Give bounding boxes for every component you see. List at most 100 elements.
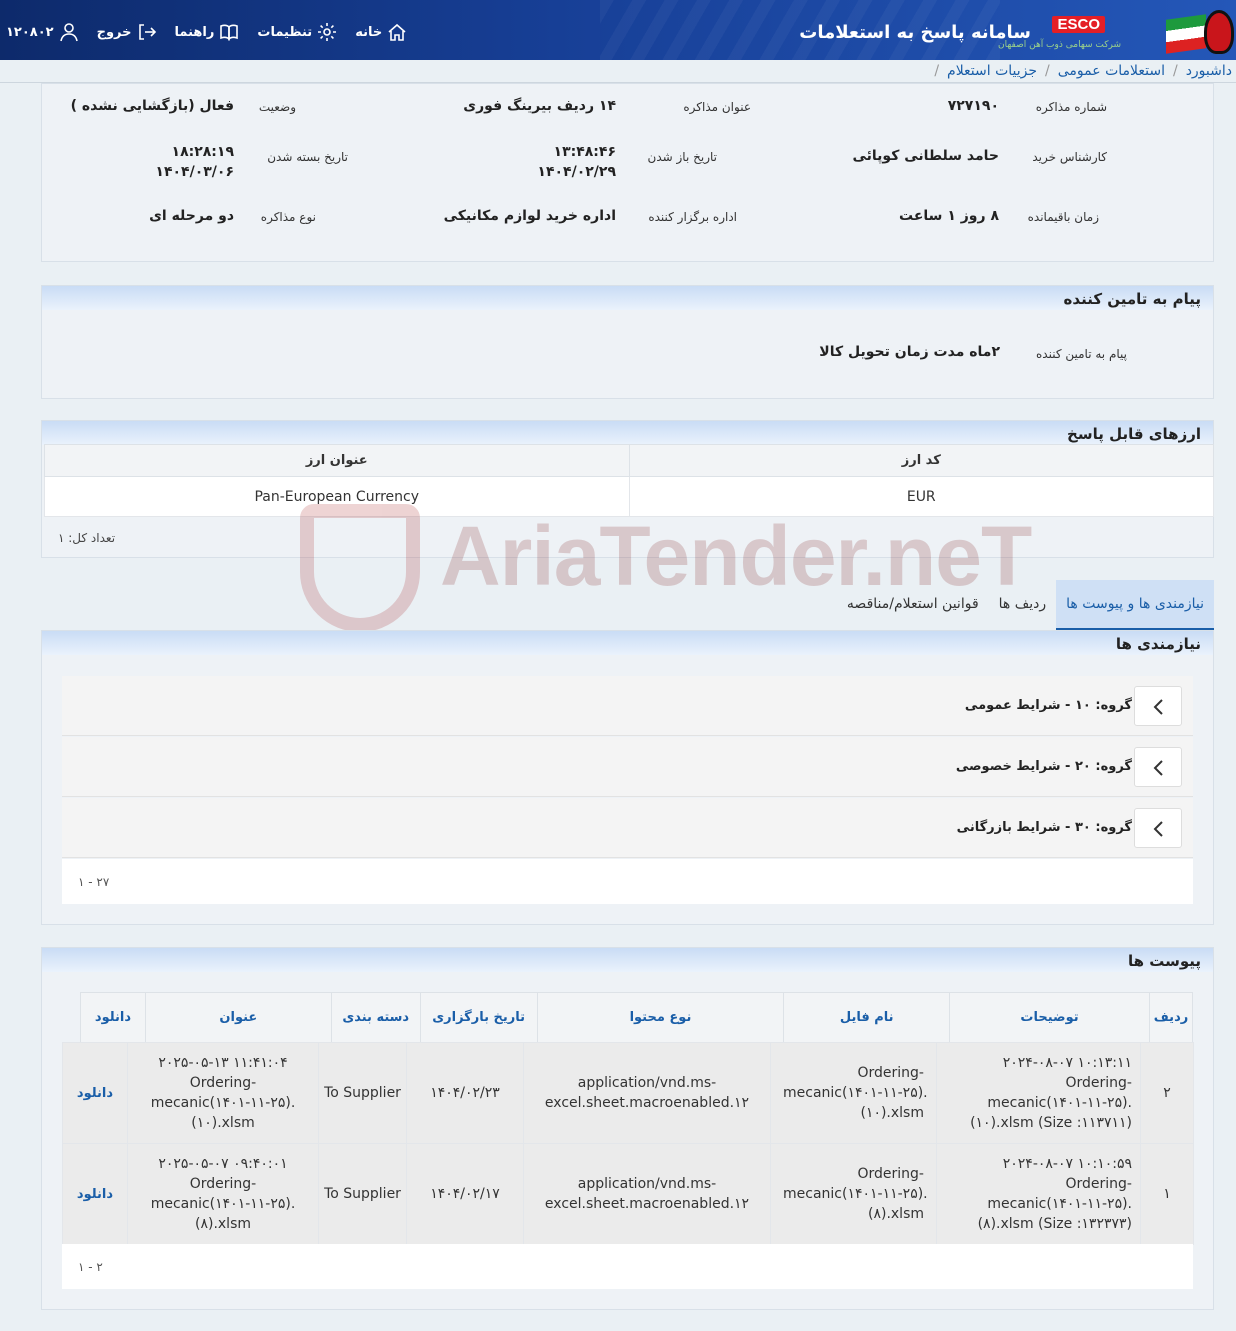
open-date-value: ۱۴۰۴/۰۲/۲۹ <box>537 164 616 180</box>
book-icon <box>220 24 239 41</box>
breadcrumb-public-inquiries[interactable]: استعلامات عمومی <box>1058 63 1165 79</box>
buyer-value: حامد سلطانی کوپائی <box>852 148 999 164</box>
attachment-date: ۱۴۰۴/۰۲/۱۷ <box>406 1143 524 1245</box>
status-value: فعال (بازگشایی نشده ) <box>70 98 234 114</box>
col-content-type: نوع محتوا <box>536 992 785 1043</box>
tab-rules[interactable]: قوانین استعلام/مناقصه <box>837 580 989 630</box>
currencies-heading: ارزهای قابل پاسخ <box>42 421 1213 445</box>
tab-rows[interactable]: ردیف ها <box>989 580 1056 630</box>
guide-button[interactable]: راهنما <box>175 22 240 42</box>
company-emblem-icon <box>1204 10 1234 54</box>
breadcrumb: داشبورد / استعلامات عمومی / جزییات استعل… <box>934 60 1232 82</box>
logout-icon <box>138 24 156 40</box>
home-icon <box>388 23 406 41</box>
currencies-header-row: عنوان ارز کد ارز <box>44 444 1215 477</box>
chevron-left-icon <box>1153 821 1163 837</box>
requirement-group[interactable]: گروه: ۲۰ - شرایط خصوصی <box>62 737 1193 797</box>
iran-flag-icon <box>1166 14 1206 54</box>
download-label: دانلود <box>76 1187 114 1202</box>
user-id: ۱۲۰۸۰۲ <box>6 24 54 40</box>
top-bar: ۱۲۰۸۰۲ خروج راهنما تنظیمات خانه سامانه پ… <box>0 0 1236 60</box>
logout-button[interactable]: خروج <box>97 22 157 42</box>
attachments-body: دانلود ۲۰۲۵-۰۵-۱۳ ۱۱:۴۱:۰۴ Ordering-meca… <box>62 1042 1194 1245</box>
attachment-content-type: application/vnd.ms-excel.sheet.macroenab… <box>523 1143 771 1245</box>
supplier-message-panel: پیام به تامین کننده پیام به تامین کننده … <box>41 285 1214 399</box>
logo-text: ESCO <box>1052 16 1105 33</box>
breadcrumb-dashboard[interactable]: داشبورد <box>1186 63 1232 79</box>
breadcrumb-inquiry-details[interactable]: جزییات استعلام <box>947 63 1037 79</box>
requirements-heading: نیازمندی ها <box>42 631 1213 655</box>
col-row-number: ردیف <box>1148 992 1194 1043</box>
supplier-message-heading: پیام به تامین کننده <box>42 286 1213 310</box>
download-link[interactable]: دانلود <box>62 1143 128 1245</box>
table-row: دانلود ۲۰۲۵-۰۵-۰۷ ۰۹:۴۰:۰۱ Ordering-meca… <box>62 1143 1194 1245</box>
attachments-pager: ۱ - ۲ <box>62 1244 1193 1289</box>
col-description: توضیحات <box>949 992 1150 1043</box>
tab-requirements-attachments[interactable]: نیازمندی ها و پیوست ها <box>1056 580 1214 630</box>
currency-code-cell: EUR <box>628 476 1215 517</box>
type-value: دو مرحله ای <box>149 208 234 224</box>
open-date-label: تاریخ باز شدن <box>647 150 717 164</box>
col-upload-date: تاریخ بارگزاری <box>419 992 538 1043</box>
home-label: خانه <box>355 24 383 40</box>
attachment-file-name: Ordering-mecanic(۱۴۰۱-۱۱-۲۵). (۱۰).xlsm <box>770 1042 937 1144</box>
organizer-value: اداره خرید لوازم مکانیکی <box>443 208 616 224</box>
attachment-title: ۲۰۲۵-۰۵-۱۳ ۱۱:۴۱:۰۴ Ordering-mecanic(۱۴۰… <box>127 1042 319 1144</box>
settings-button[interactable]: تنظیمات <box>257 22 337 42</box>
breadcrumb-separator: / <box>1172 63 1178 79</box>
settings-label: تنظیمات <box>257 24 313 40</box>
attachment-title: ۲۰۲۵-۰۵-۰۷ ۰۹:۴۰:۰۱ Ordering-mecanic(۱۴۰… <box>127 1143 319 1245</box>
home-button[interactable]: خانه <box>355 22 407 42</box>
attachment-file-name: Ordering-mecanic(۱۴۰۱-۱۱-۲۵). (۸).xlsm <box>770 1143 937 1245</box>
group-title: گروه: ۲۰ - شرایط خصوصی <box>955 759 1132 774</box>
tender-number-label: شماره مذاکره <box>1035 100 1107 114</box>
user-menu[interactable]: ۱۲۰۸۰۲ <box>6 22 79 42</box>
download-link[interactable]: دانلود <box>62 1042 128 1144</box>
currencies-total: تعداد کل: ۱ <box>58 531 116 545</box>
organizer-label: اداره برگزار کننده <box>648 210 737 224</box>
attachment-description: ۲۰۲۴-۰۸-۰۷ ۱۰:۱۰:۵۹ Ordering-mecanic(۱۴۰… <box>936 1143 1141 1245</box>
remaining-value: ۸ روز ۱ ساعت <box>899 208 999 224</box>
col-category: دسته بندی <box>330 992 421 1043</box>
status-label: وضعیت <box>258 100 296 114</box>
breadcrumb-separator: / <box>1045 63 1050 79</box>
col-title: عنوان <box>144 992 332 1043</box>
remaining-label: زمان باقیمانده <box>1027 210 1099 224</box>
supplier-message-text: ۲ماه مدت زمان تحویل کالا <box>819 344 1000 360</box>
requirements-pager: ۱ - ۲۷ <box>62 859 1193 904</box>
tender-number-value: ۷۲۷۱۹۰ <box>947 98 999 114</box>
close-date-label: تاریخ بسته شدن <box>267 150 348 164</box>
currencies-table: عنوان ارز کد ارز Pan-European Currency E… <box>44 444 1215 517</box>
attachment-description: ۲۰۲۴-۰۸-۰۷ ۱۰:۱۳:۱۱ Ordering-mecanic(۱۴۰… <box>936 1042 1141 1144</box>
col-download: دانلود <box>80 992 146 1043</box>
buyer-label: کارشناس خرید <box>1032 150 1107 164</box>
top-nav: ۱۲۰۸۰۲ خروج راهنما تنظیمات خانه <box>6 22 407 42</box>
chevron-left-icon <box>1153 760 1163 776</box>
pager-range: ۱ - ۲ <box>78 1260 103 1274</box>
attachments-table: دانلود عنوان دسته بندی تاریخ بارگزاری نو… <box>80 992 1194 1043</box>
table-row: Pan-European Currency EUR <box>44 476 1215 517</box>
app-title: سامانه پاسخ به استعلامات <box>799 22 1031 43</box>
logout-label: خروج <box>96 24 132 40</box>
chevron-left-icon <box>1153 699 1163 715</box>
attachments-heading: پیوست ها <box>42 948 1213 972</box>
attachments-header-row: دانلود عنوان دسته بندی تاریخ بارگزاری نو… <box>80 992 1194 1043</box>
attachment-category: To Supplier <box>318 1143 407 1245</box>
type-label: نوع مذاکره <box>260 210 316 224</box>
expand-button[interactable] <box>1134 686 1182 726</box>
supplier-message-label: پیام به تامین کننده <box>1036 347 1127 361</box>
attachment-date: ۱۴۰۴/۰۲/۲۳ <box>406 1042 524 1144</box>
attachment-row-number: ۲ <box>1140 1042 1194 1144</box>
open-time-value: ۱۳:۴۸:۴۶ <box>553 144 616 160</box>
currency-title-cell: Pan-European Currency <box>44 476 630 517</box>
title-label: عنوان مذاکره <box>683 100 751 114</box>
inquiry-summary-panel: شماره مذاکره ۷۲۷۱۹۰ عنوان مذاکره ۱۴ ردیف… <box>41 83 1214 262</box>
requirement-group[interactable]: گروه: ۳۰ - شرایط بازرگانی <box>62 798 1193 858</box>
group-title: گروه: ۳۰ - شرایط بازرگانی <box>956 820 1132 835</box>
pager-range: ۱ - ۲۷ <box>78 875 110 889</box>
requirement-group[interactable]: گروه: ۱۰ - شرایط عمومی <box>62 676 1193 736</box>
expand-button[interactable] <box>1134 808 1182 848</box>
attachment-content-type: application/vnd.ms-excel.sheet.macroenab… <box>523 1042 771 1144</box>
user-icon <box>59 23 78 42</box>
expand-button[interactable] <box>1134 747 1182 787</box>
